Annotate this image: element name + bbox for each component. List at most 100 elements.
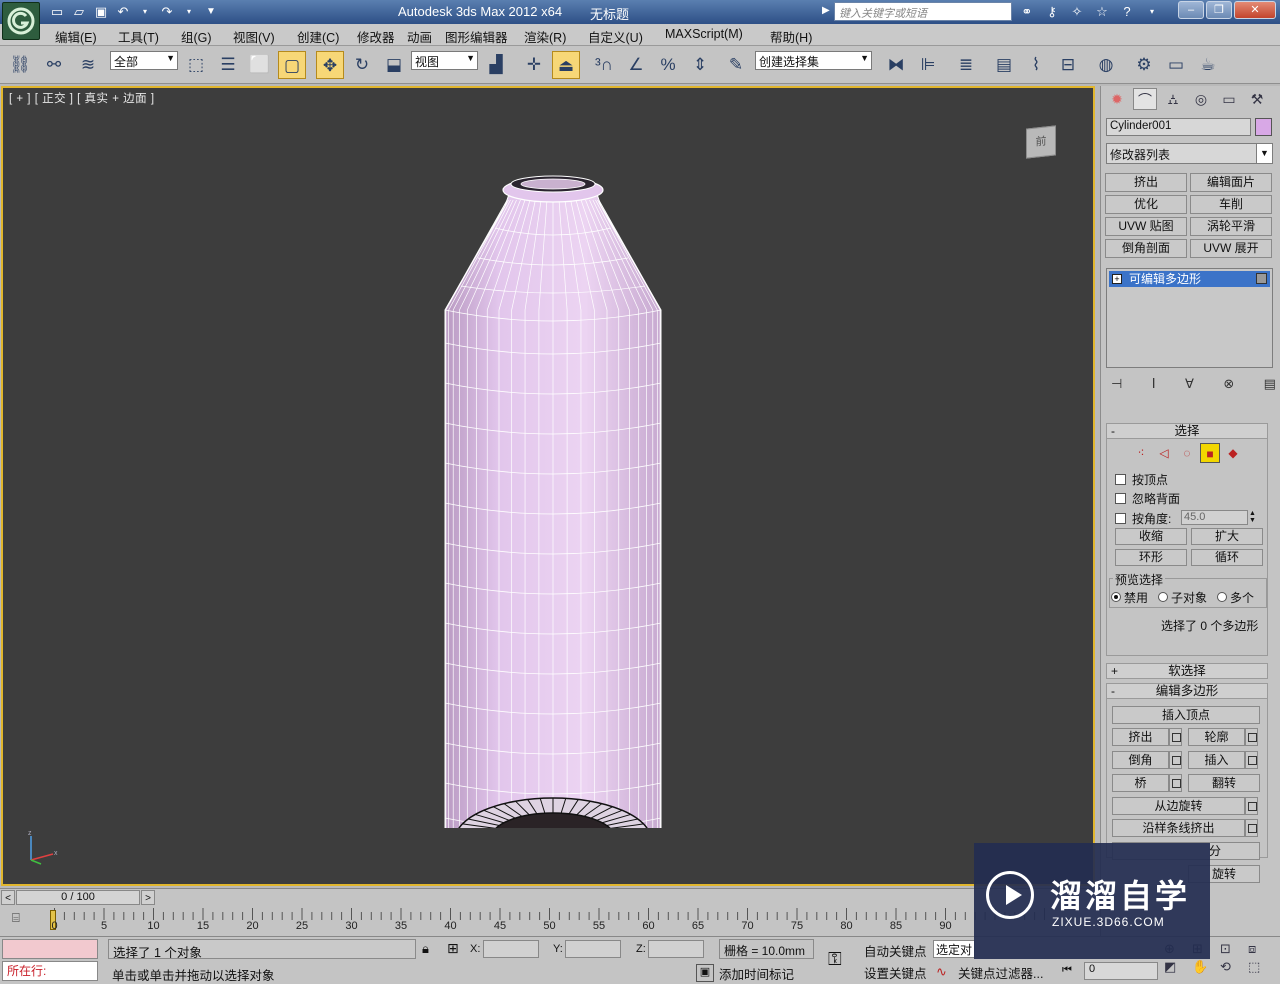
angle-spinner-field[interactable]: 45.0 <box>1181 510 1248 525</box>
time-tag-icon[interactable]: ▣ <box>696 964 714 982</box>
modifier-unwrap-uvw-button[interactable]: UVW 展开 <box>1190 239 1272 258</box>
orbit-icon[interactable]: ⟲ <box>1220 959 1244 975</box>
layer-manager-icon[interactable]: ≣ <box>952 51 980 79</box>
menu-help[interactable]: 帮助(H) <box>770 27 812 46</box>
absolute-mode-icon[interactable]: ⊞ <box>447 940 459 957</box>
hinge-settings-button[interactable] <box>1245 797 1258 815</box>
preview-off-radio[interactable]: 禁用 <box>1111 589 1148 606</box>
by-vertex-checkbox[interactable] <box>1115 474 1126 485</box>
outline-button[interactable]: 轮廓 <box>1188 728 1245 746</box>
by-vertex-checkbox-row[interactable]: 按顶点 <box>1115 471 1168 488</box>
pivot-center-icon[interactable]: ▟ <box>482 51 510 79</box>
maxscript-listener[interactable] <box>2 939 98 959</box>
menu-animation[interactable]: 动画 <box>407 27 432 46</box>
set-key-icon[interactable]: ⚿ <box>828 949 842 970</box>
perspective-viewport[interactable]: [ + ] [ 正交 ] [ 真实 + 边面 ] 前 z x <box>1 86 1095 886</box>
undo-icon[interactable]: ↶ <box>114 3 132 21</box>
select-and-move-icon[interactable]: ✥ <box>316 51 344 79</box>
menu-rendering[interactable]: 渲染(R) <box>524 27 566 46</box>
extrude-along-spline-settings-button[interactable] <box>1245 819 1258 837</box>
hierarchy-tab-icon[interactable]: ⛼ <box>1161 88 1185 110</box>
modifier-uvw-map-button[interactable]: UVW 贴图 <box>1105 217 1187 236</box>
align-icon[interactable]: ⊫ <box>914 51 942 79</box>
soft-selection-rollout-header[interactable]: + 软选择 <box>1106 663 1268 679</box>
bevel-button[interactable]: 倒角 <box>1112 751 1169 769</box>
window-crossing-icon[interactable]: ▢ <box>278 51 306 79</box>
modifier-optimize-button[interactable]: 优化 <box>1105 195 1187 214</box>
by-angle-checkbox-row[interactable]: 按角度: <box>1115 510 1171 527</box>
loop-button[interactable]: 循环 <box>1191 549 1263 566</box>
ring-button[interactable]: 环形 <box>1115 549 1187 566</box>
spinner-arrows-icon[interactable]: ▲ ▼ <box>1249 510 1257 525</box>
shrink-button[interactable]: 收缩 <box>1115 528 1187 545</box>
save-file-icon[interactable]: ▣ <box>92 3 110 21</box>
current-frame-field[interactable]: 0 <box>1084 962 1158 980</box>
extrude-along-spline-button[interactable]: 沿样条线挤出 <box>1112 819 1245 837</box>
ignore-backfacing-checkbox[interactable] <box>1115 493 1126 504</box>
redo-icon[interactable]: ↷ <box>158 3 176 21</box>
bevel-settings-button[interactable] <box>1169 751 1182 769</box>
element-icon[interactable]: ◆ <box>1223 443 1243 463</box>
snaps-toggle-icon[interactable]: ³∩ <box>590 51 618 79</box>
time-slider-thumb[interactable]: 0 / 100 <box>16 890 140 905</box>
object-name-field[interactable]: Cylinder001 <box>1106 118 1251 136</box>
select-and-scale-icon[interactable]: ⬓ <box>380 51 408 79</box>
key-mode-dropdown[interactable]: 选定对 <box>933 940 975 958</box>
minimize-button[interactable]: – <box>1178 1 1204 19</box>
maxscript-line-field[interactable]: 所在行: <box>2 961 98 981</box>
extrude-button[interactable]: 挤出 <box>1112 728 1169 746</box>
render-setup-icon[interactable]: ⚙ <box>1130 51 1158 79</box>
bind-space-warp-icon[interactable]: ≋ <box>74 51 102 79</box>
edit-named-selection-icon[interactable]: ✎ <box>722 51 750 79</box>
favorites-icon[interactable]: ☆ <box>1091 2 1113 22</box>
rendered-frame-window-icon[interactable]: ▭ <box>1162 51 1190 79</box>
create-tab-icon[interactable]: ✹ <box>1105 88 1129 110</box>
object-color-swatch[interactable] <box>1255 118 1272 136</box>
satellite-icon[interactable]: ✧ <box>1066 2 1088 22</box>
maximize-viewport-icon[interactable]: ⬚ <box>1248 959 1272 975</box>
binoculars-icon[interactable]: ⚭ <box>1016 2 1038 22</box>
insert-vertex-button[interactable]: 插入顶点 <box>1112 706 1260 724</box>
y-coord-field[interactable] <box>565 940 621 958</box>
auto-key-button[interactable]: 自动关键点 <box>864 941 927 960</box>
x-coord-field[interactable] <box>483 940 539 958</box>
time-slider[interactable]: < 0 / 100 > <box>0 888 1100 906</box>
menu-views[interactable]: 视图(V) <box>233 27 275 46</box>
inset-button[interactable]: 插入 <box>1188 751 1245 769</box>
help-dropdown-icon[interactable]: ▾ <box>1141 2 1163 22</box>
curve-editor-icon[interactable]: ⌇ <box>1022 51 1050 79</box>
add-time-tag[interactable]: 添加时间标记 <box>719 964 794 983</box>
manipulate-icon[interactable]: ✛ <box>520 51 548 79</box>
bottle-mesh[interactable] <box>423 168 683 828</box>
zoom-extents-icon[interactable]: ⊡ <box>1220 941 1244 957</box>
maximize-button[interactable]: ❐ <box>1206 1 1232 19</box>
selection-lock-icon[interactable]: 🔒︎ <box>422 941 429 957</box>
bridge-settings-button[interactable] <box>1169 774 1182 792</box>
time-slider-next-icon[interactable]: > <box>141 890 155 905</box>
modifier-bevel-profile-button[interactable]: 倒角剖面 <box>1105 239 1187 258</box>
modifier-list-dropdown[interactable]: 修改器列表 ▼ <box>1106 143 1273 164</box>
vertex-icon[interactable]: ⁖ <box>1131 443 1151 463</box>
border-icon[interactable]: ◌ <box>1177 443 1197 463</box>
menu-edit[interactable]: 编辑(E) <box>55 27 97 46</box>
hinge-from-edge-button[interactable]: 从边旋转 <box>1112 797 1245 815</box>
preview-multi-radio[interactable]: 多个 <box>1217 589 1254 606</box>
track-bar[interactable]: ⌸ 0 5 10 15 20 25 30 35 40 45 50 55 60 65 70 75 80 85 90 <box>0 906 1100 936</box>
select-object-icon[interactable]: ⬚ <box>182 51 210 79</box>
pin-stack-icon[interactable]: ⊣ <box>1111 376 1122 394</box>
inset-settings-button[interactable] <box>1245 751 1258 769</box>
modifier-lathe-button[interactable]: 车削 <box>1190 195 1272 214</box>
material-editor-icon[interactable]: ◍ <box>1092 51 1120 79</box>
graphite-tools-icon[interactable]: ▤ <box>990 51 1018 79</box>
modifier-edit-patch-button[interactable]: 编辑面片 <box>1190 173 1272 192</box>
z-coord-field[interactable] <box>648 940 704 958</box>
close-button[interactable]: ✕ <box>1234 1 1276 19</box>
bridge-button[interactable]: 桥 <box>1112 774 1169 792</box>
utilities-tab-icon[interactable]: ⚒ <box>1245 88 1269 110</box>
schematic-view-icon[interactable]: ⊟ <box>1054 51 1082 79</box>
rectangular-selection-icon[interactable]: ⬜ <box>246 51 274 79</box>
key-mode-toggle-icon[interactable]: ⏮ <box>1062 964 1072 977</box>
display-tab-icon[interactable]: ▭ <box>1217 88 1241 110</box>
search-input[interactable]: 键入关键字或短语 <box>834 2 1012 21</box>
select-and-link-icon[interactable]: ⛓ <box>6 51 34 79</box>
